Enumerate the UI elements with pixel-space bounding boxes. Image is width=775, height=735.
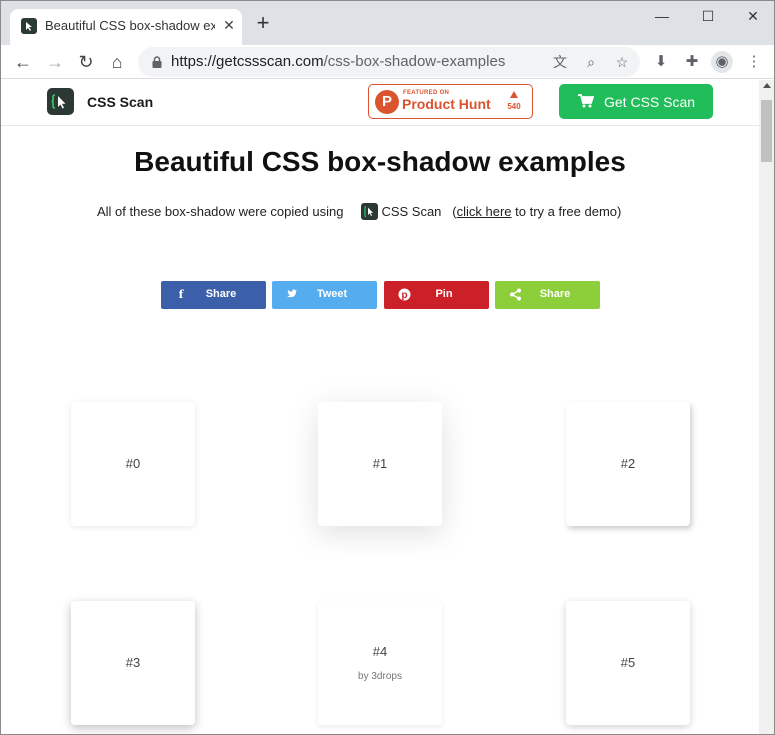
get-css-scan-label: Get CSS Scan [604, 94, 696, 110]
card-label: #5 [620, 655, 636, 670]
tweet-label: Tweet [316, 288, 348, 300]
share-label: Share [205, 288, 237, 300]
profile-avatar[interactable]: ◉ [711, 51, 733, 73]
subtitle-tail: to try a free demo) [511, 204, 622, 219]
url-host: https://getcssscan.com [171, 53, 324, 70]
url-text: https://getcssscan.com/css-box-shadow-ex… [171, 53, 505, 70]
css-scan-logo-icon[interactable] [47, 88, 74, 115]
card-label: #1 [372, 456, 388, 471]
shadow-example-card-3[interactable]: #3 [71, 601, 195, 725]
reload-button[interactable]: ↻ [74, 50, 98, 74]
card-label: #3 [125, 655, 141, 670]
free-demo-link[interactable]: click here [457, 204, 512, 219]
browser-tab[interactable]: Beautiful CSS box-shadow exam ✕ [10, 9, 242, 45]
upvote-count: 540 [507, 102, 521, 111]
css-scan-mini-logo-icon [361, 203, 379, 221]
maximize-button[interactable]: ☐ [693, 5, 723, 27]
css-scan-favicon-icon [21, 18, 37, 34]
generic-share-button[interactable]: Share [495, 281, 600, 309]
zoom-icon[interactable]: ⌕ [581, 52, 601, 72]
brand-name[interactable]: CSS Scan [87, 94, 153, 110]
extensions-icon[interactable]: ✚ [681, 51, 703, 73]
product-hunt-name: Product Hunt [402, 96, 491, 112]
bookmark-star-icon[interactable]: ☆ [612, 52, 632, 72]
shadow-example-card-4[interactable]: #4 by 3drops [318, 601, 442, 725]
page-content: CSS Scan P FEATURED ON Product Hunt 540 … [1, 80, 759, 734]
upvote-arrow-icon [510, 91, 518, 98]
site-header: CSS Scan P FEATURED ON Product Hunt 540 … [1, 80, 759, 126]
forward-button[interactable]: → [43, 50, 67, 74]
back-button[interactable]: ← [11, 50, 35, 74]
minimize-button[interactable]: — [647, 5, 677, 27]
pin-label: Pin [435, 288, 453, 300]
share-label-2: Share [539, 288, 571, 300]
shadow-example-card-0[interactable]: #0 [71, 402, 195, 526]
product-hunt-badge[interactable]: P FEATURED ON Product Hunt 540 [368, 84, 533, 119]
lock-icon [152, 56, 162, 68]
card-label: #0 [125, 456, 141, 471]
tab-bar: Beautiful CSS box-shadow exam ✕ + — ☐ ✕ [1, 1, 774, 45]
close-tab-icon[interactable]: ✕ [221, 17, 237, 33]
page-subtitle: All of these box-shadow were copied usin… [97, 203, 622, 221]
shadow-example-card-2[interactable]: #2 [566, 402, 690, 526]
subtitle-brand: CSS Scan [381, 204, 442, 219]
twitter-share-button[interactable]: Tweet [272, 281, 377, 309]
card-credit: by 3drops [358, 671, 402, 682]
shadow-example-card-5[interactable]: #5 [566, 601, 690, 725]
cart-icon [578, 94, 594, 108]
home-button[interactable]: ⌂ [105, 50, 129, 74]
pinterest-share-button[interactable]: p Pin [384, 281, 489, 309]
browser-toolbar: ← → ↻ ⌂ https://getcssscan.com/css-box-s… [1, 45, 774, 79]
browser-menu-icon[interactable]: ⋮ [743, 51, 765, 73]
shadow-example-card-1[interactable]: #1 [318, 402, 442, 526]
tab-title: Beautiful CSS box-shadow exam [45, 18, 215, 33]
scroll-up-arrow-icon[interactable] [763, 83, 771, 88]
scrollbar-thumb[interactable] [761, 100, 772, 162]
page-title: Beautiful CSS box-shadow examples [134, 146, 626, 177]
address-bar[interactable]: https://getcssscan.com/css-box-shadow-ex… [138, 47, 640, 77]
new-tab-button[interactable]: + [253, 12, 273, 34]
translate-icon[interactable]: 文 [550, 52, 570, 72]
get-css-scan-button[interactable]: Get CSS Scan [559, 84, 713, 119]
subtitle-text: All of these box-shadow were copied usin… [97, 204, 344, 219]
page-scrollbar[interactable] [759, 80, 774, 734]
close-window-button[interactable]: ✕ [738, 5, 768, 27]
browser-window: Beautiful CSS box-shadow exam ✕ + — ☐ ✕ … [0, 0, 775, 735]
card-label: #2 [620, 456, 636, 471]
download-icon[interactable]: ⬇ [650, 51, 672, 73]
url-path: /css-box-shadow-examples [323, 53, 506, 70]
card-label: #4 [372, 644, 388, 659]
facebook-share-button[interactable]: f Share [161, 281, 266, 309]
product-hunt-icon: P [375, 90, 399, 114]
